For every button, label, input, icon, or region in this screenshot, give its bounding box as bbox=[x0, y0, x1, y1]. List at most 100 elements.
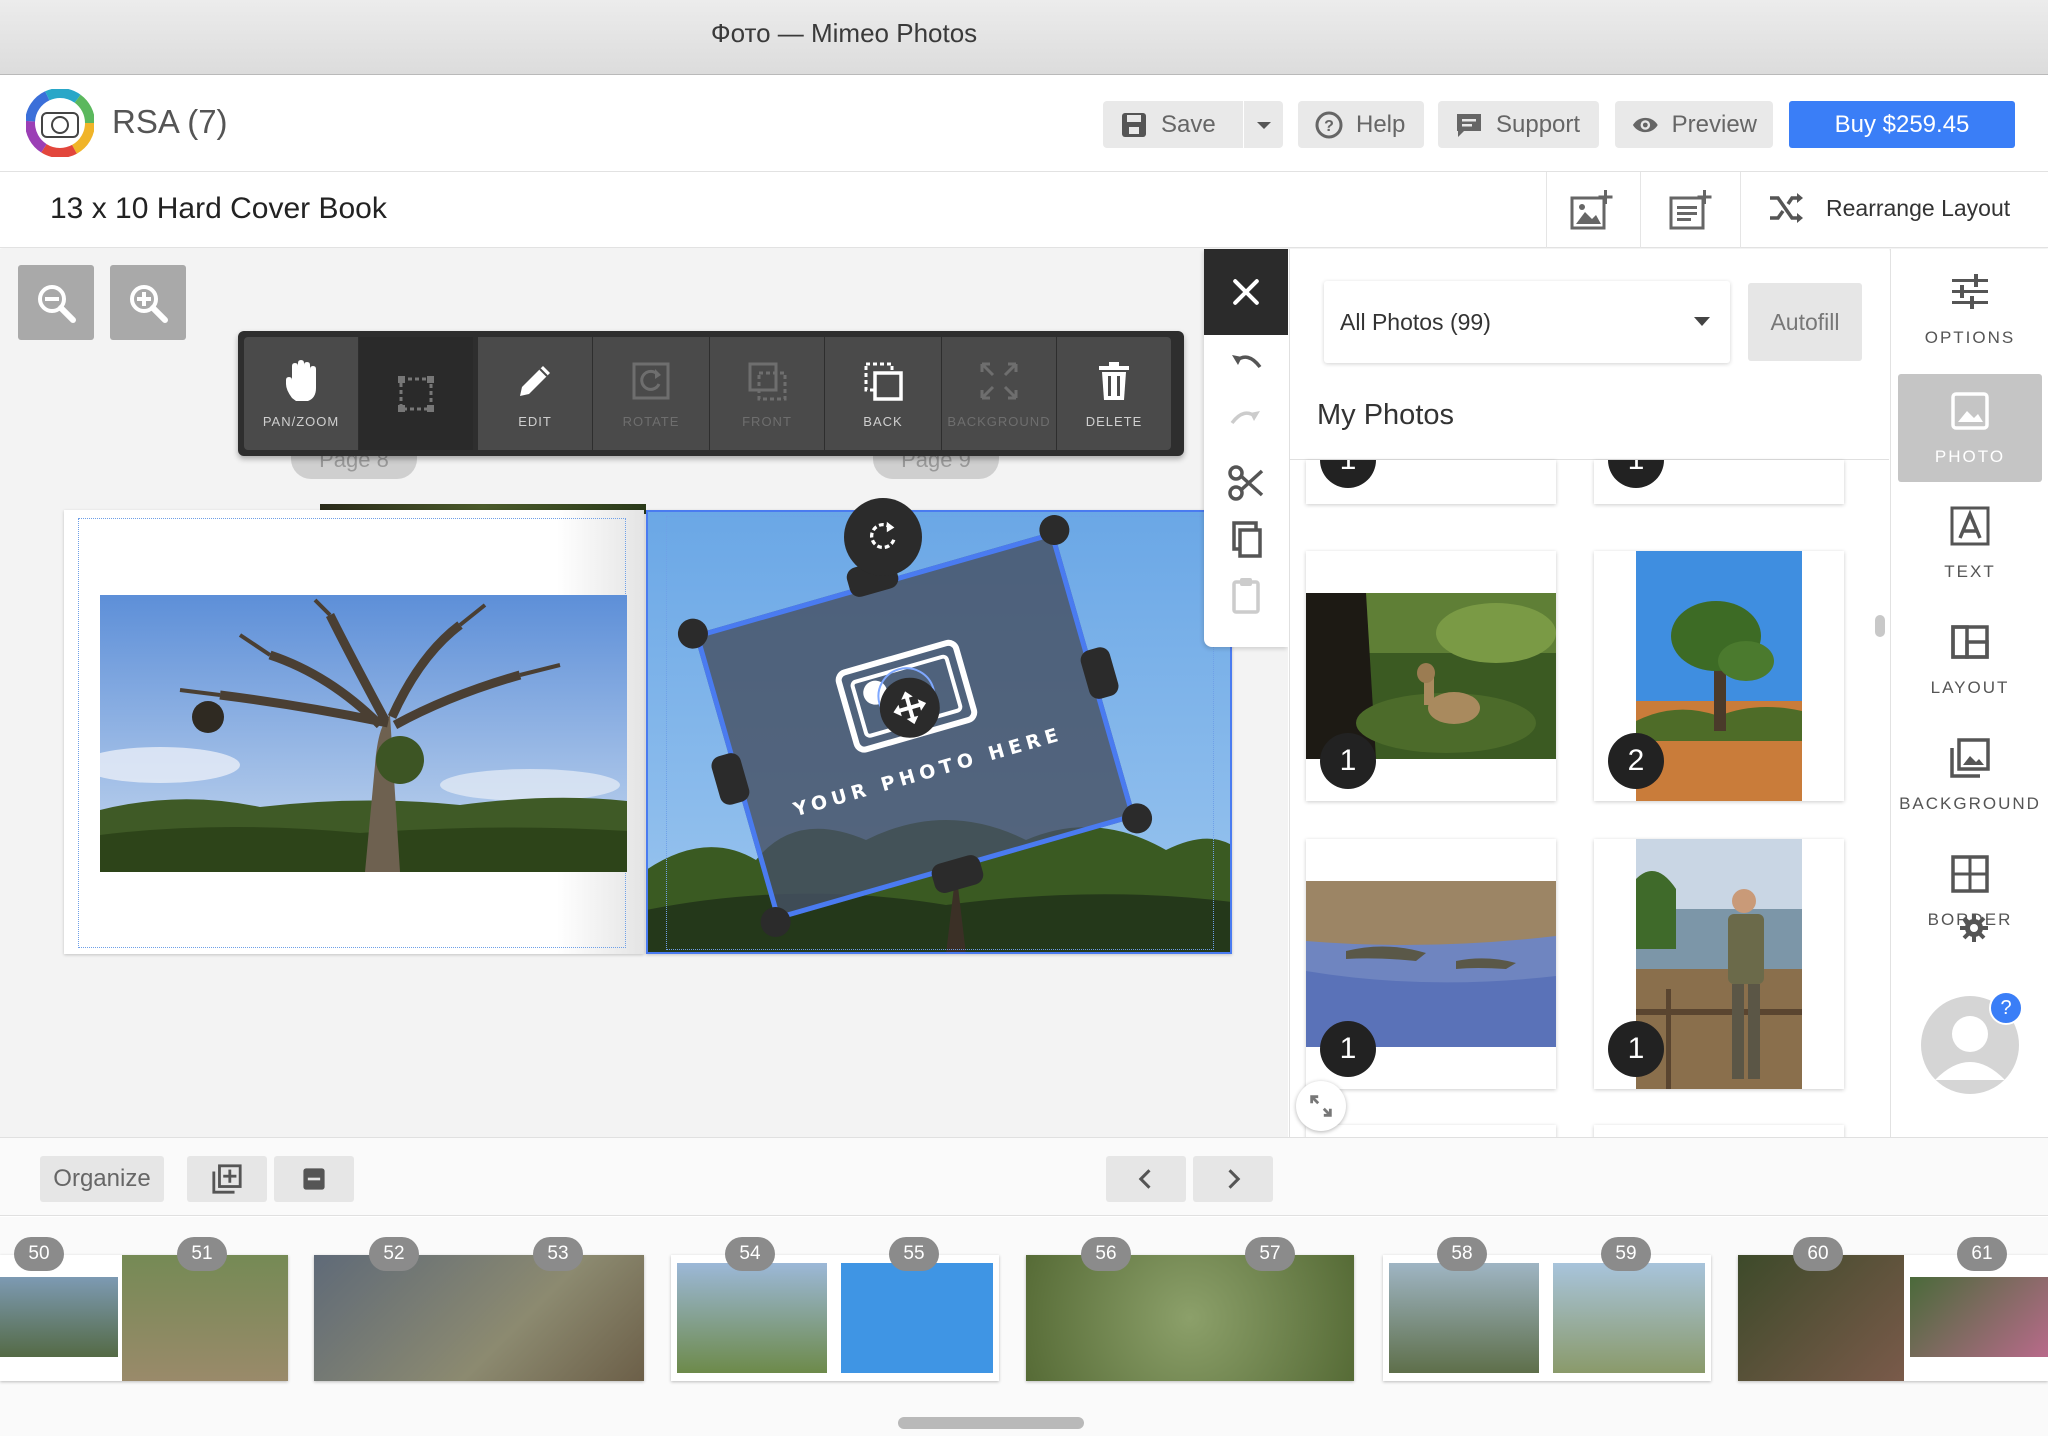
sidebar-item-layout[interactable]: LAYOUT bbox=[1898, 605, 2042, 713]
page-number: 53 bbox=[533, 1237, 583, 1271]
project-name[interactable]: RSA (7) bbox=[112, 103, 228, 141]
left-page[interactable] bbox=[64, 510, 644, 954]
undo-button[interactable] bbox=[1226, 345, 1266, 385]
book-bar: 13 x 10 Hard Cover Book Rearrange Layout bbox=[0, 172, 2048, 248]
page-thumbnail bbox=[1026, 1255, 1354, 1381]
add-page-button[interactable] bbox=[187, 1156, 267, 1202]
move-icon bbox=[893, 691, 927, 725]
rotate-handle[interactable] bbox=[844, 498, 922, 576]
photo-filter-value: All Photos (99) bbox=[1340, 308, 1491, 335]
paste-button[interactable] bbox=[1226, 575, 1266, 615]
panel-scrollbar[interactable] bbox=[1875, 615, 1885, 637]
photo-card[interactable]: 2 bbox=[1594, 551, 1844, 801]
edit-tools-column bbox=[1204, 249, 1288, 647]
add-page-icon bbox=[212, 1164, 242, 1194]
sidebar-label: LAYOUT bbox=[1930, 678, 2010, 697]
usage-count-badge: 1 bbox=[1320, 733, 1376, 789]
photo-card[interactable]: 1 bbox=[1594, 839, 1844, 1089]
tool-rotate[interactable]: ROTATE bbox=[593, 337, 709, 450]
spread-thumbnail[interactable] bbox=[671, 1255, 999, 1381]
clipboard-icon bbox=[1232, 578, 1260, 614]
zoom-out-button[interactable] bbox=[18, 265, 94, 340]
save-button[interactable]: Save bbox=[1103, 101, 1243, 148]
photo-card[interactable]: 1 bbox=[1306, 551, 1556, 801]
photo-toolbar: PAN/ZOOM EDIT ROTATE FRONT BACK BACKGROU… bbox=[238, 331, 1184, 456]
svg-text:?: ? bbox=[1324, 118, 1334, 135]
page-filmstrip: 50 51 52 53 54 55 56 57 58 59 60 61 bbox=[0, 1217, 2048, 1436]
tool-background[interactable]: BACKGROUND bbox=[942, 337, 1056, 450]
photo-filter-select[interactable]: All Photos (99) bbox=[1324, 281, 1730, 363]
tool-front[interactable]: FRONT bbox=[710, 337, 824, 450]
chevron-down-icon bbox=[1256, 121, 1271, 129]
photo-card-partial[interactable]: 1 bbox=[1306, 460, 1556, 504]
next-page-button[interactable] bbox=[1193, 1156, 1273, 1202]
mimeo-logo[interactable] bbox=[26, 89, 94, 157]
sidebar-item-photo[interactable]: PHOTO bbox=[1898, 374, 2042, 482]
my-photos-heading: My Photos bbox=[1317, 399, 1454, 431]
spread-thumbnail[interactable] bbox=[0, 1255, 288, 1381]
organize-button[interactable]: Organize bbox=[40, 1156, 164, 1202]
support-button[interactable]: Support bbox=[1438, 101, 1599, 148]
spread-thumbnail[interactable] bbox=[314, 1255, 644, 1381]
window-title: Фото — Mimeo Photos bbox=[710, 18, 978, 48]
save-icon bbox=[1122, 112, 1146, 137]
photo-card-partial[interactable] bbox=[1306, 1125, 1556, 1137]
copy-icon bbox=[1232, 521, 1262, 558]
tool-back[interactable]: BACK bbox=[825, 337, 941, 450]
support-label: Support bbox=[1496, 110, 1581, 138]
tool-label: DELETE bbox=[1085, 414, 1143, 429]
photo-card-partial[interactable] bbox=[1594, 1125, 1844, 1137]
rotate-icon bbox=[632, 362, 670, 400]
crop-frame-icon bbox=[398, 375, 434, 412]
spread-thumbnail[interactable] bbox=[1383, 1255, 1711, 1381]
sidebar-item-options[interactable]: OPTIONS bbox=[1898, 255, 2042, 363]
gear-icon[interactable] bbox=[1959, 913, 1989, 943]
autofill-button[interactable]: Autofill bbox=[1748, 283, 1862, 361]
tool-edit[interactable]: EDIT bbox=[478, 337, 592, 450]
preview-button[interactable]: Preview bbox=[1615, 101, 1773, 148]
zoom-in-button[interactable] bbox=[110, 265, 186, 340]
page-number: 58 bbox=[1437, 1237, 1487, 1271]
hand-icon bbox=[286, 360, 316, 401]
baobab-photo[interactable] bbox=[100, 595, 627, 872]
tool-pan-zoom[interactable]: PAN/ZOOM bbox=[244, 337, 358, 450]
resize-icon bbox=[1310, 1095, 1332, 1117]
page-thumbnail bbox=[841, 1263, 993, 1373]
close-tools-button[interactable] bbox=[1204, 249, 1288, 335]
add-photo-page-icon[interactable] bbox=[1568, 188, 1614, 234]
redo-button[interactable] bbox=[1226, 401, 1266, 441]
spread-thumbnail[interactable] bbox=[1026, 1255, 1354, 1381]
add-text-page-icon[interactable] bbox=[1667, 188, 1713, 234]
chat-icon bbox=[1457, 113, 1481, 137]
book-spread: YOUR PHOTO HERE bbox=[60, 498, 1232, 954]
page-thumbnail bbox=[122, 1255, 288, 1381]
photo-card-partial[interactable]: 1 bbox=[1594, 460, 1844, 504]
help-badge[interactable]: ? bbox=[1989, 991, 2023, 1025]
buy-button[interactable]: Buy $259.45 bbox=[1789, 101, 2015, 148]
filmstrip-scrollbar[interactable] bbox=[898, 1417, 1084, 1429]
divider bbox=[1740, 172, 1741, 248]
sidebar-item-text[interactable]: TEXT bbox=[1898, 489, 2042, 597]
spread-thumbnail[interactable] bbox=[1738, 1255, 2048, 1381]
tool-crop-frame[interactable] bbox=[359, 337, 473, 450]
divider bbox=[1546, 172, 1547, 248]
scissors-icon bbox=[1228, 465, 1264, 501]
undo-icon bbox=[1232, 355, 1262, 369]
previous-page-button[interactable] bbox=[1106, 1156, 1186, 1202]
copy-button[interactable] bbox=[1226, 519, 1266, 559]
photo-card[interactable]: 1 bbox=[1306, 839, 1556, 1089]
editor-canvas[interactable]: Page 8 Page 9 YOUR PHOTO HERE PAN/ZOOM E… bbox=[0, 249, 1288, 1137]
save-options-dropdown[interactable] bbox=[1244, 101, 1283, 148]
resize-panel-button[interactable] bbox=[1296, 1081, 1346, 1131]
help-button[interactable]: ? Help bbox=[1298, 101, 1424, 148]
send-back-icon bbox=[864, 362, 903, 401]
cut-button[interactable] bbox=[1226, 463, 1266, 503]
background-icon bbox=[1950, 738, 1990, 778]
remove-page-button[interactable] bbox=[274, 1156, 354, 1202]
rearrange-layout-button[interactable]: Rearrange Layout bbox=[1766, 188, 2010, 228]
usage-count-badge: 2 bbox=[1608, 733, 1664, 789]
page-thumbnail bbox=[0, 1277, 118, 1357]
sidebar-item-background[interactable]: BACKGROUND bbox=[1898, 721, 2042, 829]
zoom-in-icon bbox=[130, 284, 168, 323]
tool-delete[interactable]: DELETE bbox=[1057, 337, 1171, 450]
